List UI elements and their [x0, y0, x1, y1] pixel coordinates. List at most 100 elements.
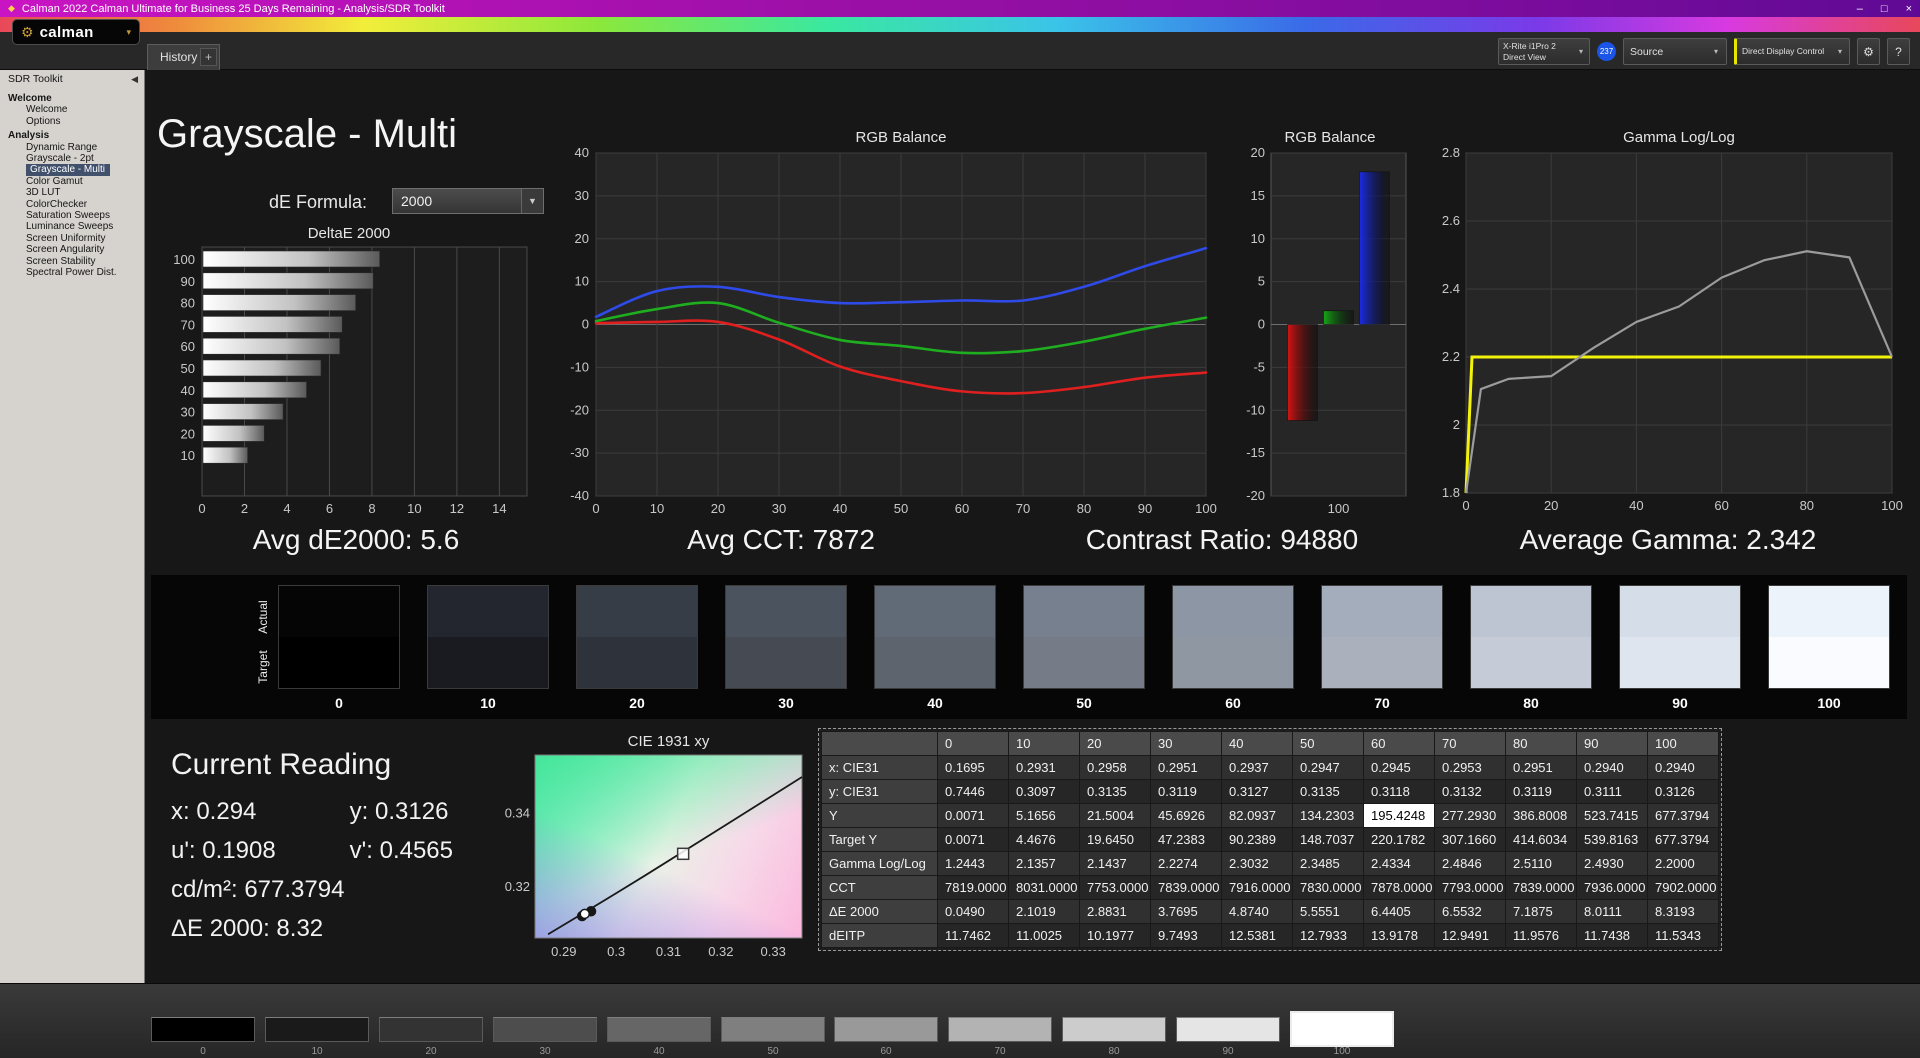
close-button[interactable]: × — [1906, 3, 1912, 15]
sidebar-collapse-button[interactable]: ◀ — [131, 74, 138, 85]
axis-tick-label: 2.4 — [1442, 281, 1460, 296]
meter-selector-button[interactable]: X-Rite i1Pro 2 Direct View ▾ — [1498, 38, 1590, 65]
stimulus-patch-100[interactable] — [1290, 1011, 1394, 1047]
current-reading-panel: Current Reading x: 0.294 y: 0.3126 u': 0… — [171, 748, 453, 954]
table-cell: 277.2930 — [1434, 803, 1506, 828]
stimulus-patch-30[interactable] — [493, 1017, 597, 1042]
help-button[interactable]: ? — [1887, 38, 1910, 65]
axis-tick-label: 100 — [1328, 501, 1350, 516]
sidebar-item-welcome[interactable]: Welcome — [8, 104, 142, 115]
calman-logo-menu[interactable]: ⚙ calman ▾ — [12, 19, 140, 45]
table-cell: 4.4676 — [1008, 827, 1080, 852]
de-formula-select[interactable]: 2000 ▼ — [392, 188, 544, 214]
table-column-header: 30 — [1150, 731, 1222, 756]
table-cell: 7.1875 — [1505, 899, 1577, 924]
axis-tick-label: 0 — [1258, 317, 1265, 332]
stimulus-patch-40[interactable] — [607, 1017, 711, 1042]
sidebar-item-screen-uniformity[interactable]: Screen Uniformity — [8, 233, 142, 244]
table-cell: 5.1656 — [1008, 803, 1080, 828]
axis-tick-label: 70 — [181, 317, 195, 332]
maximize-button[interactable]: □ — [1881, 3, 1888, 15]
display-control-label: Direct Display Control — [1742, 46, 1825, 57]
table-cell: 414.6034 — [1505, 827, 1577, 852]
axis-tick-label: 0.34 — [505, 806, 530, 821]
cie-1931-svg: 0.29 0.3 0.31 0.32 0.33 0.34 0.32 — [505, 754, 803, 959]
stimulus-patch-label: 40 — [653, 1046, 665, 1057]
sidebar-item-luminance-sweeps[interactable]: Luminance Sweeps — [8, 221, 142, 232]
source-selector-button[interactable]: Source ▾ — [1623, 38, 1727, 65]
table-column-header: 40 — [1221, 731, 1293, 756]
sidebar-item-screen-angularity[interactable]: Screen Angularity — [8, 244, 142, 255]
axis-tick-label: 60 — [955, 501, 969, 516]
sidebar-item-grayscale-2pt[interactable]: Grayscale - 2pt — [8, 153, 142, 164]
sidebar-item-screen-stability[interactable]: Screen Stability — [8, 256, 142, 267]
grayscale-swatch-70 — [1321, 585, 1443, 689]
sidebar-item-options[interactable]: Options — [8, 116, 142, 127]
stimulus-patch-60[interactable] — [834, 1017, 938, 1042]
axis-tick-label: -5 — [1253, 359, 1265, 374]
table-row-label-gamma-log-log: Gamma Log/Log — [821, 851, 938, 876]
sidebar-item-3d-lut[interactable]: 3D LUT — [8, 187, 142, 198]
table-row-label-y-cie31: y: CIE31 — [821, 779, 938, 804]
table-cell: 6.4405 — [1363, 899, 1435, 924]
grayscale-swatch-0 — [278, 585, 400, 689]
grayscale-swatch-80 — [1470, 585, 1592, 689]
gamma-loglog-chart: 2.8 2.6 2.4 2.2 2 1.8 0 20 40 60 80 100 Gamma Log/Lo… — [1436, 128, 1910, 522]
stimulus-patch-80[interactable] — [1062, 1017, 1166, 1042]
axis-tick-label: 0.3 — [607, 944, 625, 959]
table-cell: 0.2937 — [1221, 755, 1293, 780]
sidebar-item-saturation-sweeps[interactable]: Saturation Sweeps — [8, 210, 142, 221]
table-cell: 4.8740 — [1221, 899, 1293, 924]
sidebar-item-color-gamut[interactable]: Color Gamut — [8, 176, 142, 187]
axis-tick-label: 10 — [181, 448, 195, 463]
axis-tick-label: 40 — [833, 501, 847, 516]
stimulus-patch-50[interactable] — [721, 1017, 825, 1042]
stimulus-patch-label: 70 — [994, 1046, 1006, 1057]
axis-tick-label: 10 — [407, 501, 421, 516]
swatch-level-label: 20 — [629, 695, 645, 711]
chevron-down-icon: ▾ — [126, 26, 131, 37]
actual-patch — [1769, 586, 1889, 637]
sidebar-section-analysis[interactable]: Analysis — [8, 130, 142, 141]
table-cell: 0.2951 — [1505, 755, 1577, 780]
table-cell: 0.0490 — [937, 899, 1009, 924]
axis-tick-label: 50 — [181, 361, 195, 376]
target-patch — [428, 637, 548, 688]
table-row-label-cct: CCT — [821, 875, 938, 900]
axis-tick-label: 20 — [1544, 498, 1558, 513]
minimize-button[interactable]: – — [1857, 3, 1863, 15]
chevron-down-icon: ▼ — [521, 189, 543, 213]
sidebar-section-welcome[interactable]: Welcome — [8, 93, 142, 104]
table-cell: 2.4930 — [1576, 851, 1648, 876]
target-patch — [1173, 637, 1293, 688]
axis-tick-label: 2 — [1453, 417, 1460, 432]
sidebar-item-colorchecker[interactable]: ColorChecker — [8, 199, 142, 210]
swatch-level-label: 80 — [1523, 695, 1539, 711]
table-cell: 7839.0000 — [1505, 875, 1577, 900]
actual-patch — [1620, 586, 1740, 637]
display-control-button[interactable]: Direct Display Control ▾ — [1734, 38, 1850, 65]
sidebar-item-spectral-power-dist[interactable]: Spectral Power Dist. — [8, 267, 142, 278]
table-cell: 523.7415 — [1576, 803, 1648, 828]
sidebar-item-grayscale-multi[interactable]: Grayscale - Multi — [26, 164, 111, 176]
stimulus-patch-20[interactable] — [379, 1017, 483, 1042]
rgb-balance-lines-svg: 403020100-10-20-30-400 10 20 30 40 50 60 70 80 90… — [570, 129, 1217, 516]
stimulus-patch-90[interactable] — [1176, 1017, 1280, 1042]
table-cell: 13.9178 — [1363, 923, 1435, 948]
reading-de2000: ΔE 2000: 8.32 — [171, 915, 324, 942]
target-white-point-marker — [676, 847, 690, 861]
table-cell: 0.3127 — [1221, 779, 1293, 804]
stimulus-patch-10[interactable] — [265, 1017, 369, 1042]
settings-button[interactable]: ⚙ — [1857, 38, 1880, 65]
table-cell: 220.1782 — [1363, 827, 1435, 852]
stimulus-patch-0[interactable] — [151, 1017, 255, 1042]
axis-tick-label: 0 — [198, 501, 205, 516]
new-tab-button[interactable]: + — [200, 48, 217, 66]
sidebar-item-dynamic-range[interactable]: Dynamic Range — [8, 142, 142, 153]
table-cell: 8.0111 — [1576, 899, 1648, 924]
axis-tick-label: 20 — [711, 501, 725, 516]
axis-tick-label: 0 — [1462, 498, 1469, 513]
sidebar-title: SDR Toolkit — [8, 73, 63, 85]
axis-tick-label: 20 — [1251, 145, 1265, 160]
stimulus-patch-70[interactable] — [948, 1017, 1052, 1042]
